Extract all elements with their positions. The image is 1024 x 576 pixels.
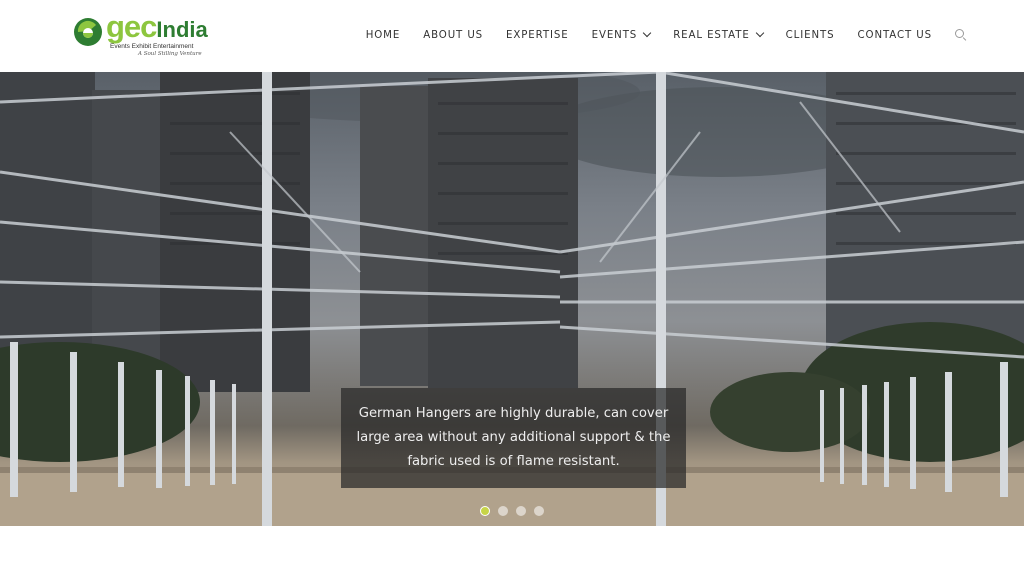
chevron-down-icon xyxy=(755,28,764,38)
slider-dot-3[interactable] xyxy=(516,506,526,516)
chevron-down-icon xyxy=(642,28,652,38)
site-header: gecIndia Events Exhibit Entertainment A … xyxy=(0,0,1024,72)
nav-label: HOME xyxy=(365,29,401,41)
logo-swirl-icon xyxy=(74,18,102,46)
nav-real-estate[interactable]: REAL ESTATE xyxy=(673,28,764,41)
logo-tagline: Events Exhibit Entertainment xyxy=(110,43,194,50)
slider-dot-2[interactable] xyxy=(498,506,508,516)
nav-contact-us[interactable]: CONTACT US xyxy=(858,30,932,41)
nav-about-us[interactable]: ABOUT US xyxy=(423,30,483,41)
logo-wordmark: gecIndia xyxy=(106,10,208,47)
nav-label: ABOUT US xyxy=(423,29,484,41)
hero-slider: German Hangers are highly durable, can c… xyxy=(0,72,1024,526)
logo-text-gec: gec xyxy=(106,9,157,44)
slider-dot-1[interactable] xyxy=(480,506,490,516)
hero-caption: German Hangers are highly durable, can c… xyxy=(341,388,686,488)
nav-events[interactable]: EVENTS xyxy=(591,28,652,41)
nav-clients[interactable]: CLIENTS xyxy=(786,30,835,41)
nav-label: EVENTS xyxy=(591,29,638,41)
nav-expertise[interactable]: EXPERTISE xyxy=(506,30,569,41)
logo-text-india: India xyxy=(156,17,208,42)
nav-home[interactable]: HOME xyxy=(366,30,401,41)
page-content-area xyxy=(0,526,1024,576)
slider-pagination xyxy=(480,506,552,516)
main-nav: HOME ABOUT US EXPERTISE EVENTS REAL ESTA… xyxy=(366,24,968,46)
slider-dot-4[interactable] xyxy=(534,506,544,516)
hero-caption-text: German Hangers are highly durable, can c… xyxy=(356,406,671,469)
nav-label: CONTACT US xyxy=(857,29,932,41)
search-icon[interactable] xyxy=(954,28,968,42)
logo-subtagline: A Soul Stilling Venture xyxy=(138,51,202,57)
nav-label: CLIENTS xyxy=(785,29,835,41)
nav-label: REAL ESTATE xyxy=(673,29,750,41)
nav-label: EXPERTISE xyxy=(506,29,569,41)
brand-logo[interactable]: gecIndia Events Exhibit Entertainment A … xyxy=(72,10,222,58)
